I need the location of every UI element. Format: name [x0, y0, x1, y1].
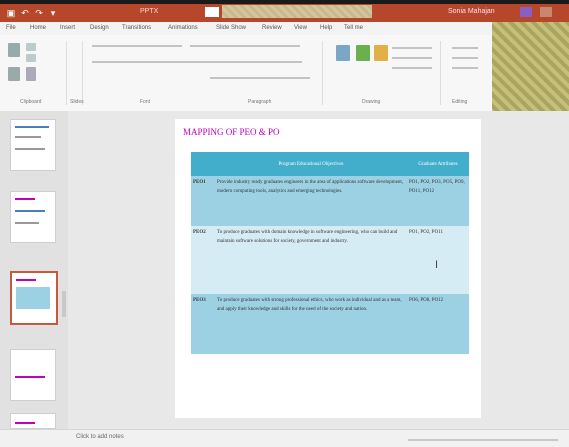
tab-help[interactable]: Help [320, 25, 332, 31]
group-label-clipboard: Clipboard [20, 99, 42, 105]
table-header-attributes: Graduate Attributes [407, 152, 469, 176]
table-header-objectives: Program Educational Objectives [215, 152, 407, 176]
notes-placeholder[interactable]: Click to add notes [76, 434, 124, 440]
reuse-slides-icon[interactable] [26, 67, 36, 81]
thumbnail-table [16, 287, 50, 309]
thumbnail-line [15, 148, 45, 150]
select-row[interactable] [452, 67, 478, 69]
tab-review[interactable]: Review [262, 25, 282, 31]
status-bar: Click to add notes [0, 429, 569, 447]
redo-icon[interactable]: ↷ [34, 8, 44, 18]
group-separator [66, 41, 67, 105]
text-cursor-icon: I [435, 259, 439, 271]
title-box-icon [205, 7, 219, 17]
group-label-paragraph: Paragraph [248, 99, 272, 105]
shape-effects-row[interactable] [392, 67, 432, 69]
group-separator [440, 41, 441, 105]
shape-outline-row[interactable] [392, 57, 432, 59]
cut-icon[interactable] [26, 43, 36, 51]
peo-outcomes: PO1, PO2, PO3, PO5, PO9, PO11, PO12 [407, 176, 469, 226]
table-row[interactable]: PEO1 Provide industry ready graduates en… [191, 176, 469, 226]
thumbnail-line [15, 376, 45, 378]
ribbon: Clipboard Slides Font Paragraph Drawing … [0, 35, 569, 112]
thumbnail-line [15, 222, 39, 224]
table-header-row: Program Educational Objectives Graduate … [191, 152, 469, 176]
peo-objective: To produce graduates with domain knowled… [215, 226, 407, 294]
font-format-row[interactable] [92, 61, 302, 63]
tab-insert[interactable]: Insert [60, 25, 75, 31]
font-name-box[interactable] [92, 45, 182, 47]
tab-slide-show[interactable]: Slide Show [216, 25, 246, 31]
replace-row[interactable] [452, 57, 478, 59]
peo-code: PEO1 [191, 176, 215, 226]
slide-title[interactable]: MAPPING OF PEO & PO [183, 127, 280, 137]
thumbnail-line [16, 279, 36, 281]
group-label-font: Font [140, 99, 151, 105]
peo-objective: To produce graduates with strong profess… [215, 294, 407, 354]
peo-objective: Provide industry ready graduates enginee… [215, 176, 407, 226]
save-icon[interactable]: ▣ [6, 8, 16, 18]
find-row[interactable] [452, 47, 478, 49]
slide-thumbnail[interactable] [10, 119, 56, 171]
title-bar: ▣ ↶ ↷ ▾ PPTX Sonia Mahajan [0, 0, 569, 22]
tab-view[interactable]: View [294, 25, 307, 31]
paragraph-row[interactable] [210, 77, 310, 79]
tab-transitions[interactable]: Transitions [122, 25, 151, 31]
thumbnail-line [15, 422, 35, 424]
slide-thumbnail-pane [0, 111, 68, 429]
thumbnail-scrollbar[interactable] [62, 291, 66, 317]
table-row[interactable]: PEO2 To produce graduates with domain kn… [191, 226, 469, 294]
group-label-slides: Slides [70, 99, 84, 105]
thumbnail-line [15, 198, 35, 200]
user-name[interactable]: Sonia Mahajan [448, 8, 495, 15]
arrange-icon[interactable] [356, 45, 370, 61]
avatar-icon[interactable] [520, 7, 532, 17]
slide-thumbnail[interactable] [10, 191, 56, 243]
webcam-overlay-pattern [492, 22, 569, 114]
minimize-icon[interactable] [540, 7, 552, 17]
mapping-table[interactable]: Program Educational Objectives Graduate … [191, 152, 469, 354]
tab-tell-me[interactable]: Tell me [344, 25, 363, 31]
group-label-drawing: Drawing [362, 99, 381, 105]
table-header-code [191, 152, 215, 176]
zoom-slider[interactable] [408, 439, 558, 441]
undo-icon[interactable]: ↶ [20, 8, 30, 18]
tab-animations[interactable]: Animations [168, 25, 198, 31]
paste-icon[interactable] [8, 43, 20, 57]
tab-file[interactable]: File [6, 25, 16, 31]
title-bar-strip [0, 0, 569, 4]
peo-code: PEO2 [191, 226, 215, 294]
slide-thumbnail[interactable] [10, 413, 56, 429]
window-title: PPTX [140, 8, 159, 15]
peo-outcomes: PO6, PO8, PO12 [407, 294, 469, 354]
copy-icon[interactable] [26, 54, 36, 62]
thumbnail-line [15, 210, 45, 212]
thumbnail-line [15, 136, 41, 138]
group-separator [322, 41, 323, 105]
tab-design[interactable]: Design [90, 25, 109, 31]
quick-styles-icon[interactable] [374, 45, 388, 61]
thumbnail-line [15, 126, 49, 128]
group-label-editing: Editing [452, 99, 468, 105]
customize-quick-access-icon[interactable]: ▾ [48, 8, 58, 18]
tab-home[interactable]: Home [30, 25, 46, 31]
shape-fill-row[interactable] [392, 47, 432, 49]
slide-thumbnail[interactable] [10, 349, 56, 401]
ribbon-tabs: File Home Insert Design Transitions Anim… [0, 22, 569, 35]
table-row[interactable]: PEO3 To produce graduates with strong pr… [191, 294, 469, 354]
new-slide-icon[interactable] [8, 67, 20, 81]
slide-canvas[interactable]: MAPPING OF PEO & PO Program Educational … [175, 119, 481, 418]
group-separator [82, 41, 83, 105]
slide-thumbnail-selected[interactable] [10, 271, 58, 325]
shapes-icon[interactable] [336, 45, 350, 61]
font-size-controls[interactable] [190, 45, 300, 47]
peo-code: PEO3 [191, 294, 215, 354]
search-box[interactable] [222, 5, 372, 18]
